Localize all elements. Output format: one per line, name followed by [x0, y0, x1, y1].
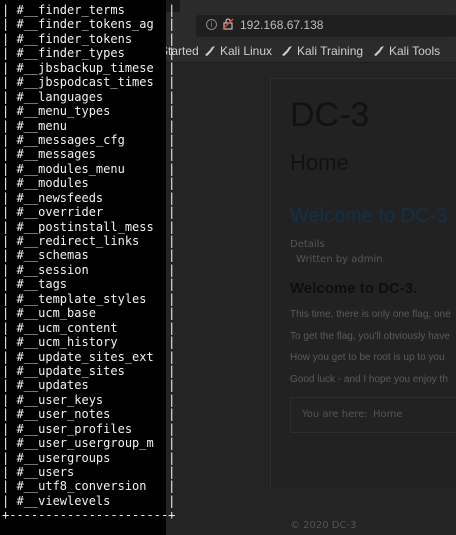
- kali-dragon-icon: [205, 46, 215, 56]
- terminal-line: +----------------------+: [2, 508, 176, 523]
- terminal-line: | #__finder_types |: [2, 46, 176, 61]
- paragraph: How you get to be root is up to you: [290, 352, 445, 363]
- terminal-line: | #__utf8_conversion |: [2, 479, 176, 494]
- url-bar[interactable]: [196, 15, 456, 37]
- site-title[interactable]: DC-3: [290, 96, 369, 135]
- terminal-line: | #__jbspodcast_times |: [2, 75, 176, 90]
- bookmark-kali-tools[interactable]: Kali Tools: [373, 44, 440, 58]
- terminal-line: | #__users |: [2, 465, 176, 479]
- browser-tab[interactable]: [180, 0, 456, 12]
- bookmark-label: Kali Tools: [389, 44, 441, 58]
- terminal-line: | #__modules_menu |: [2, 161, 176, 176]
- url-text[interactable]: 192.168.67.138: [240, 18, 323, 32]
- terminal-line: | #__template_styles |: [2, 291, 176, 306]
- bookmark-kali-linux[interactable]: Kali Linux: [204, 44, 272, 58]
- terminal-line: | #__jbsbackup_timese |: [2, 60, 176, 75]
- paragraph: To get the flag, you'll obviously have: [290, 331, 450, 342]
- terminal-line: | #__session |: [2, 262, 176, 277]
- terminal-line: | #__redirect_links |: [2, 234, 176, 248]
- author-line: Written by admin: [296, 254, 383, 265]
- terminal-line: | #__updates |: [2, 378, 176, 393]
- terminal-line: | #__update_sites |: [2, 363, 176, 378]
- article-title-link[interactable]: Welcome to DC-3: [290, 205, 447, 228]
- terminal-line: | #__menu |: [2, 118, 176, 133]
- footer-copyright: © 2020 DC-3: [290, 520, 357, 531]
- terminal-line: | #__update_sites_ext |: [2, 349, 176, 364]
- terminal-line: | #__finder_terms |: [2, 3, 176, 17]
- paragraph: Good luck - and I hope you enjoy th: [290, 374, 448, 385]
- terminal-line: | #__postinstall_mess |: [2, 219, 176, 234]
- info-icon[interactable]: i: [206, 19, 217, 30]
- breadcrumb-label: You are here:: [302, 409, 368, 420]
- breadcrumb-home-link[interactable]: Home: [373, 409, 403, 420]
- terminal-line: | #__user_profiles |: [2, 421, 176, 436]
- insecure-lock-icon[interactable]: [222, 18, 234, 30]
- terminal-line: | #__messages_cfg |: [2, 132, 176, 147]
- kali-dragon-icon: [282, 46, 292, 56]
- welcome-heading: Welcome to DC-3.: [290, 280, 418, 297]
- terminal-line: | #__newsfeeds |: [2, 190, 176, 205]
- paragraph: This time, there is only one flag, one: [290, 309, 451, 320]
- terminal-line: | #__ucm_base |: [2, 306, 176, 321]
- kali-dragon-icon: [374, 46, 384, 56]
- terminal-line: | #__menu_types |: [2, 104, 176, 119]
- terminal-window[interactable]: | #__finder_terms | | #__finder_tokens_ag…: [0, 0, 175, 535]
- terminal-line: | #__finder_tokens_ag |: [2, 17, 176, 32]
- terminal-line: | #__modules |: [2, 176, 176, 191]
- terminal-line: | #__usergroups |: [2, 450, 176, 465]
- terminal-line: | #__overrider |: [2, 205, 176, 220]
- bookmark-kali-training[interactable]: Kali Training: [281, 44, 363, 58]
- terminal-line: | #__languages |: [2, 89, 176, 104]
- details-label: Details: [290, 239, 325, 250]
- page-title: Home: [290, 150, 349, 175]
- terminal-line: | #__user_keys |: [2, 392, 176, 407]
- bookmark-label: Kali Linux: [220, 44, 273, 58]
- terminal-line: | #__finder_tokens |: [2, 31, 176, 46]
- terminal-line: | #__ucm_history |: [2, 335, 176, 350]
- terminal-line: | #__user_usergroup_m |: [2, 436, 176, 451]
- terminal-line: | #__ucm_content |: [2, 320, 176, 335]
- terminal-line: | #__viewlevels |: [2, 493, 176, 508]
- terminal-line: | #__user_notes |: [2, 407, 176, 422]
- terminal-line: | #__messages |: [2, 147, 176, 162]
- terminal-line: | #__tags |: [2, 277, 176, 292]
- terminal-line: | #__schemas |: [2, 248, 176, 263]
- bookmark-label: Kali Training: [297, 44, 364, 58]
- terminal-output: | #__finder_terms | | #__finder_tokens_ag…: [2, 3, 175, 523]
